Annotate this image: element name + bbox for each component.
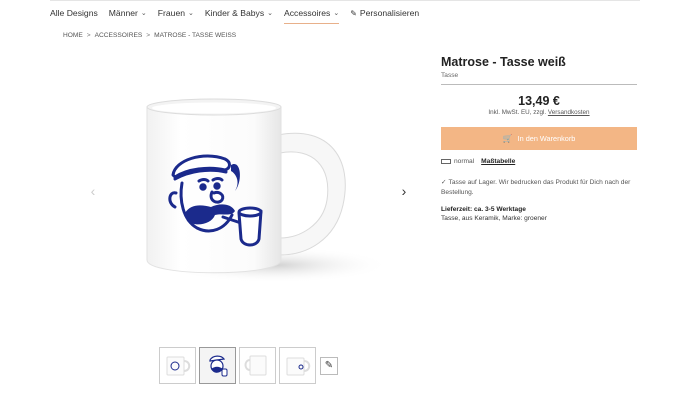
nav-item-accessoires[interactable]: Accessoires ⌄ — [284, 0, 340, 26]
product-gallery: ‹ › — [85, 55, 415, 340]
nav-item-label: Accessoires — [284, 8, 331, 18]
cart-icon: 🛒 — [502, 134, 513, 143]
stock-info: ✓ Tasse auf Lager. Wir bedrucken das Prod… — [441, 178, 637, 197]
nav-item-alle-designs[interactable]: Alle Designs — [50, 0, 98, 26]
nav-item-label: Personalisieren — [359, 8, 420, 18]
thumbnail-3[interactable] — [239, 347, 276, 384]
chevron-right-icon[interactable]: › — [398, 183, 410, 199]
thumbnail-1[interactable] — [159, 347, 196, 384]
delivery-value: ca. 3-5 Werktage — [474, 206, 526, 214]
thumbnail-2[interactable] — [199, 347, 236, 384]
nav-item-personalisieren[interactable]: ✎ Personalisieren — [350, 0, 419, 26]
breadcrumb-separator: > — [86, 32, 91, 39]
nav-item-label: Kinder & Babys — [204, 8, 265, 18]
nav-item-label: Frauen — [157, 8, 186, 18]
size-label: normal — [454, 158, 475, 165]
material-text: Tasse, aus Keramik, Marke: groener — [441, 215, 547, 223]
main-nav: Alle Designs Männer ⌄ Frauen ⌄ Kinder & … — [50, 0, 640, 26]
chevron-down-icon: ⌄ — [140, 10, 147, 17]
stock-text: Tasse auf Lager. Wir bedrucken das Produ… — [441, 179, 631, 196]
nav-item-frauen[interactable]: Frauen ⌄ — [158, 0, 194, 26]
breadcrumb: HOME > ACCESSOIRES > MATROSE - TASSE WEI… — [63, 32, 236, 39]
breadcrumb-current: MATROSE - TASSE WEISS — [154, 32, 237, 39]
product-subtitle: Tasse — [441, 72, 637, 85]
add-to-cart-button[interactable]: 🛒 In den Warenkorb — [441, 127, 637, 150]
nav-item-label: Männer — [108, 8, 138, 18]
pencil-icon: ✎ — [350, 8, 357, 18]
sailor-design-thumbnail — [209, 355, 228, 377]
product-title: Matrose - Tasse weiß — [441, 55, 566, 69]
add-to-cart-label: In den Warenkorb — [517, 134, 576, 143]
breadcrumb-accessoires[interactable]: ACCESSOIRES — [95, 32, 143, 39]
mug-thumbnail-image — [166, 356, 191, 376]
thumbnail-strip: ✎ — [159, 347, 338, 384]
thumbnail-4[interactable] — [279, 347, 316, 384]
size-table-link[interactable]: Maßtabelle — [481, 158, 515, 165]
tax-note-text: Inkl. MwSt. EU, zzgl. — [488, 109, 548, 116]
breadcrumb-home[interactable]: HOME — [63, 32, 83, 39]
check-icon: ✓ — [441, 179, 447, 186]
nav-item-kinder-babys[interactable]: Kinder & Babys ⌄ — [205, 0, 273, 26]
chevron-down-icon: ⌄ — [333, 10, 340, 17]
chevron-down-icon: ⌄ — [188, 10, 194, 17]
tax-note: Inkl. MwSt. EU, zzgl. Versandkosten — [441, 109, 637, 116]
chevron-down-icon: ⌄ — [267, 10, 273, 17]
shipping-costs-link[interactable]: Versandkosten — [548, 109, 590, 116]
product-info: Matrose - Tasse weiß Tasse 13,49 € Inkl.… — [441, 55, 637, 224]
product-price: 13,49 € — [518, 94, 560, 108]
size-row: normal Maßtabelle — [441, 158, 637, 165]
delivery-info: Lieferzeit: ca. 3-5 Werktage Tasse, aus … — [441, 205, 637, 223]
product-image-mug — [146, 98, 390, 283]
delivery-label: Lieferzeit: — [441, 206, 473, 214]
breadcrumb-separator: > — [146, 32, 151, 39]
pencil-icon: ✎ — [324, 360, 334, 371]
nav-item-maenner[interactable]: Männer ⌄ — [109, 0, 147, 26]
nav-item-label: Alle Designs — [50, 8, 98, 18]
edit-design-button[interactable]: ✎ — [320, 356, 338, 375]
ruler-icon — [441, 159, 451, 164]
mug-back-thumbnail-image — [244, 355, 267, 376]
mug-side-thumbnail-image — [286, 357, 311, 376]
